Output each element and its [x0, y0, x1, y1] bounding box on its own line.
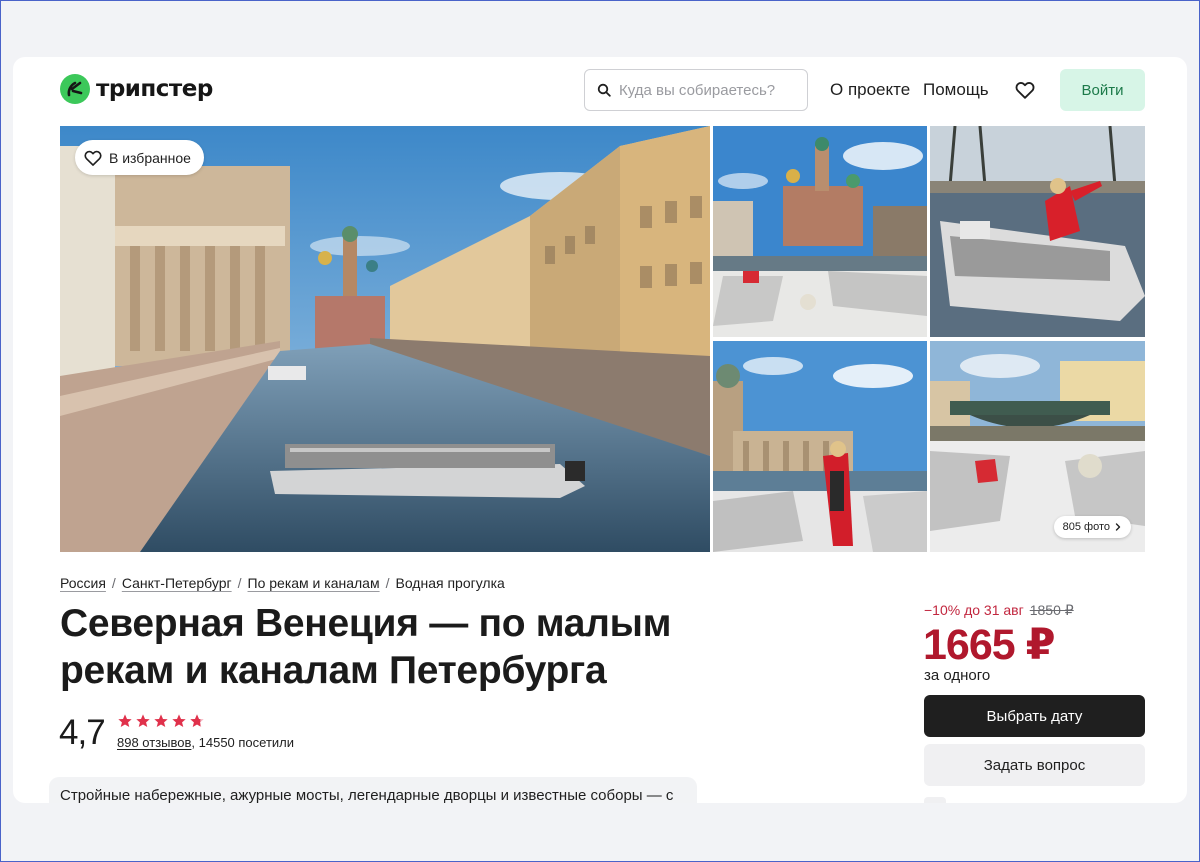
- nav-about-link[interactable]: О проекте: [830, 80, 910, 100]
- page-title: Северная Венеция — по малым рекам и кана…: [60, 602, 672, 692]
- star-icon: [172, 714, 186, 727]
- add-to-favorites-label: В избранное: [109, 149, 191, 166]
- discount-line: −10% до 31 авг 1850 ₽: [924, 602, 1074, 619]
- discount-label: −10% до 31 авг: [924, 602, 1024, 618]
- visitors-count: , 14550 посетили: [191, 735, 295, 750]
- chevron-right-icon: [1115, 523, 1121, 531]
- logo[interactable]: трипстер: [60, 74, 213, 104]
- gallery-photo[interactable]: [713, 341, 927, 552]
- login-button[interactable]: Войти: [1060, 69, 1145, 111]
- logo-text: трипстер: [96, 76, 213, 102]
- add-to-favorites-button[interactable]: В избранное: [75, 140, 204, 175]
- star-half-icon: [190, 714, 204, 727]
- breadcrumb-saint-petersburg[interactable]: Санкт-Петербург: [122, 575, 232, 591]
- reviews-summary: 898 отзывов, 14550 посетили: [117, 735, 294, 750]
- breadcrumb-russia[interactable]: Россия: [60, 575, 106, 591]
- search-icon: [597, 83, 611, 97]
- gallery-photo[interactable]: 805 фото: [930, 341, 1145, 552]
- rating-stars: [117, 713, 205, 729]
- price-unit: за одного: [924, 667, 991, 684]
- rating-value: 4,7: [59, 713, 106, 752]
- reviews-link[interactable]: 898 отзывов: [117, 735, 191, 750]
- breadcrumb-separator: /: [237, 575, 242, 591]
- star-icon: [118, 714, 132, 727]
- search-input[interactable]: [619, 81, 789, 99]
- partially-visible-chip: [924, 797, 946, 803]
- gallery-photo[interactable]: [930, 126, 1145, 337]
- breadcrumb-separator: /: [111, 575, 116, 591]
- star-icon: [154, 714, 168, 727]
- heart-icon[interactable]: [1014, 79, 1036, 101]
- nav-help-link[interactable]: Помощь: [923, 80, 989, 100]
- star-icon: [136, 714, 150, 727]
- old-price: 1850 ₽: [1029, 602, 1074, 618]
- ask-question-button[interactable]: Задать вопрос: [924, 744, 1145, 786]
- description-preview: Стройные набережные, ажурные мосты, леге…: [49, 777, 697, 803]
- main-photo[interactable]: В избранное: [60, 126, 710, 552]
- breadcrumb-rivers-canals[interactable]: По рекам и каналам: [248, 575, 380, 591]
- search-box[interactable]: [584, 69, 808, 111]
- breadcrumb: Россия / Санкт-Петербург / По рекам и ка…: [60, 575, 505, 591]
- logo-mark-icon: [60, 74, 90, 104]
- photos-count-label: 805 фото: [1062, 521, 1110, 533]
- select-date-button[interactable]: Выбрать дату: [924, 695, 1145, 737]
- photo-gallery: В избранное 805 фото: [60, 126, 1145, 552]
- price: 1665 ₽: [923, 621, 1056, 669]
- all-photos-button[interactable]: 805 фото: [1053, 516, 1131, 538]
- gallery-photo[interactable]: [713, 126, 927, 337]
- heart-icon: [84, 150, 102, 166]
- page: трипстер О проекте Помощь Войти: [13, 57, 1187, 803]
- breadcrumb-separator: /: [385, 575, 390, 591]
- breadcrumb-current: Водная прогулка: [395, 575, 505, 591]
